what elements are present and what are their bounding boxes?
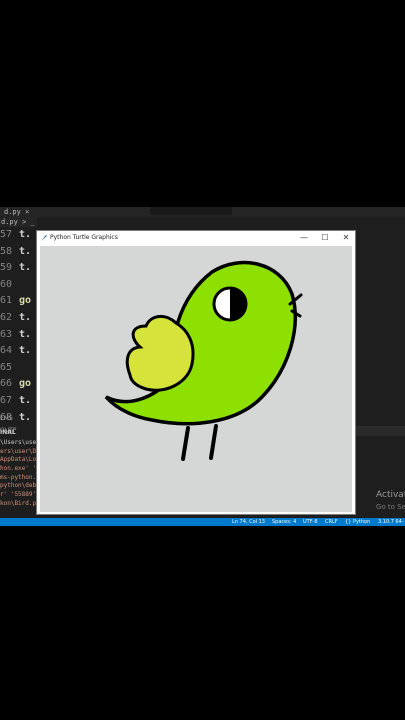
line-number: 67 <box>0 394 13 406</box>
minimize-button[interactable]: — <box>297 232 311 244</box>
terminal-line: ers\user\De <box>0 447 38 455</box>
code-line[interactable]: 66 go <box>0 378 40 395</box>
bird-wing <box>125 314 195 392</box>
bird-body <box>104 260 297 426</box>
status-bar: Ln 74, Col 13 Spaces: 4 UTF-8 CRLF {} Py… <box>0 518 405 526</box>
code-text: t. <box>19 328 32 340</box>
line-number: 60 <box>0 278 13 290</box>
cursor-position[interactable]: Ln 74, Col 13 <box>232 518 265 526</box>
editor-tab[interactable]: d.py × <box>0 207 33 217</box>
breadcrumb[interactable]: d.py > _ <box>0 217 37 227</box>
window-titlebar[interactable]: Python Turtle Graphics — ☐ ✕ <box>37 231 355 245</box>
tab-problems[interactable]: EMS <box>0 415 13 422</box>
tab-bar-filler <box>150 207 232 215</box>
editor-tab-strip: d.py × <box>0 207 405 217</box>
code-line[interactable]: 65 <box>0 362 40 379</box>
line-number: 57 <box>0 229 13 240</box>
code-line[interactable]: 64 t. <box>0 345 40 362</box>
code-line[interactable]: 59 t. <box>0 262 40 279</box>
terminal-output[interactable]: \Users\user ers\user\De AppData\Lo hon.exe'… <box>0 439 38 509</box>
code-line[interactable]: 60 <box>0 279 40 296</box>
terminal-line: AppData\Lo <box>0 456 37 464</box>
panel-tabs: EMS OUTP <box>0 413 36 434</box>
code-line[interactable]: 61 go <box>0 295 40 312</box>
line-number: 62 <box>0 311 13 323</box>
bird-right-leg <box>209 424 218 460</box>
python-feather-icon <box>41 235 47 241</box>
code-text: t. <box>19 311 32 323</box>
code-text: t. <box>19 229 32 240</box>
code-line[interactable]: 57 t. <box>0 229 40 246</box>
code-editor[interactable]: 57 t. 58 t. 59 t. 60 61 go 62 t. 63 t. 64 t. 65 66 go 67 t.… <box>0 229 40 428</box>
line-number: 65 <box>0 361 13 373</box>
bird-left-leg <box>181 426 190 461</box>
windows-activation-watermark: Activat <box>376 490 405 500</box>
encoding[interactable]: UTF-8 <box>303 518 318 526</box>
line-number: 64 <box>0 345 13 357</box>
code-text: go <box>19 295 32 307</box>
window-title: Python Turtle Graphics <box>50 234 118 241</box>
line-number: 66 <box>0 378 13 390</box>
line-ending[interactable]: CRLF <box>325 518 338 526</box>
turtle-canvas[interactable] <box>40 246 352 512</box>
terminal-line: python\debu <box>0 482 38 490</box>
line-number: 61 <box>0 295 13 307</box>
close-button[interactable]: ✕ <box>339 232 353 244</box>
maximize-button[interactable]: ☐ <box>318 232 332 244</box>
indentation[interactable]: Spaces: 4 <box>272 518 296 526</box>
code-text: t. <box>19 245 32 257</box>
code-line[interactable]: 63 t. <box>0 329 40 346</box>
line-number: 58 <box>0 245 13 257</box>
line-number: 63 <box>0 328 13 340</box>
code-text: t. <box>19 345 32 357</box>
terminal-line: r' '55889' <box>0 491 37 499</box>
terminal-line: ms-python.p <box>0 473 38 481</box>
terminal-line: kon\Bird.p <box>0 499 37 507</box>
turtle-graphics-window[interactable]: Python Turtle Graphics — ☐ ✕ <box>36 230 356 515</box>
code-line[interactable]: 62 t. <box>0 312 40 329</box>
line-number: 59 <box>0 262 13 274</box>
python-interpreter[interactable]: 3.10.7 64- <box>378 518 404 526</box>
bird-drawing <box>104 260 303 461</box>
code-text: t. <box>19 394 32 406</box>
code-line[interactable]: 67 t. <box>0 395 40 412</box>
language-mode[interactable]: {} Python <box>345 518 370 526</box>
code-text: go <box>19 378 32 390</box>
tab-terminal[interactable]: INAL <box>0 429 16 436</box>
terminal-line: \Users\user <box>0 439 38 446</box>
code-line[interactable]: 58 t. <box>0 246 40 263</box>
panel-toolbar <box>356 426 405 436</box>
code-text: t. <box>19 262 32 274</box>
terminal-line: hon.exe' 'c <box>0 465 38 473</box>
windows-activation-subtitle: Go to Set <box>376 503 405 511</box>
